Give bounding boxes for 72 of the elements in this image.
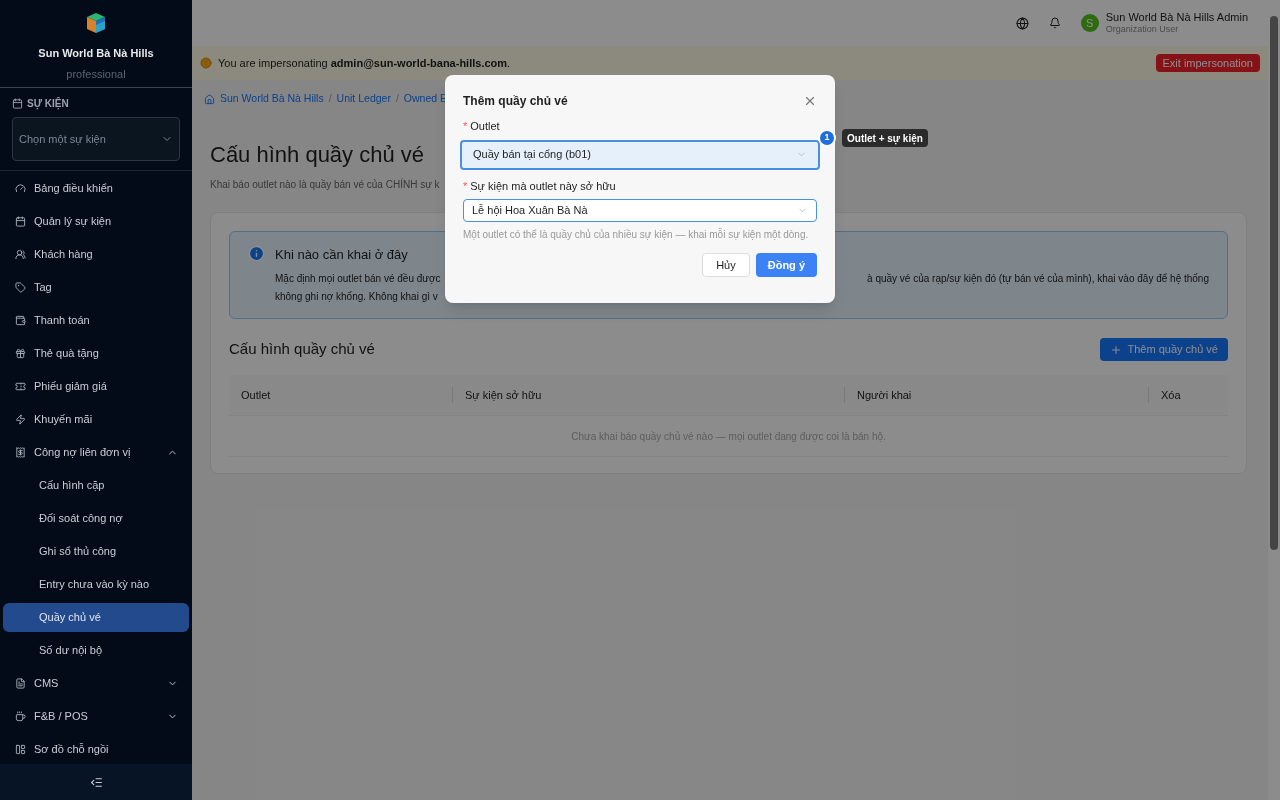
- select-field[interactable]: Quầy bán tại cổng (b01): [460, 139, 820, 170]
- nav-item[interactable]: CMS: [0, 667, 192, 700]
- tag-icon: [15, 282, 26, 293]
- nav-subitem[interactable]: Quầy chủ vé: [3, 603, 189, 632]
- brand-name: Sun World Bà Nà Hills: [38, 46, 154, 61]
- required-mark: *: [463, 178, 468, 194]
- nav-item[interactable]: Thẻ quà tặng: [0, 337, 192, 370]
- wallet-icon: [15, 315, 26, 326]
- info-icon: [248, 245, 265, 262]
- users-icon: [15, 249, 26, 260]
- field-label: Sự kiện mà outlet này sở hữu: [470, 178, 616, 194]
- breadcrumb-separator: /: [395, 91, 399, 107]
- gauge-icon: [15, 183, 26, 194]
- warning-icon: [200, 57, 212, 69]
- receipt-icon: [15, 447, 26, 458]
- nav-subitem[interactable]: Số dư nội bộ: [3, 636, 189, 665]
- column-header: Sự kiện sở hữu: [452, 386, 844, 404]
- nav-item[interactable]: F&B / POS: [0, 700, 192, 733]
- globe-icon[interactable]: [1015, 16, 1029, 30]
- impersonation-message: You are impersonating admin@sun-world-bana-hills.com.: [218, 55, 511, 71]
- section-label: SỰ KIỆN: [27, 96, 69, 111]
- user-role: Organization User: [1105, 23, 1180, 35]
- nav-item[interactable]: Công nợ liên đơn vị: [0, 436, 192, 469]
- alert-text: à quầy vé của rạp/sự kiện đó (tự bán vé của mình), khai vào đây để hệ thống: [867, 271, 1209, 286]
- select-field[interactable]: Lễ hội Hoa Xuân Bà Nà: [463, 199, 817, 222]
- nav-item[interactable]: Phiếu giảm giá: [0, 370, 192, 403]
- plan-label: professional: [66, 66, 126, 82]
- dialog-title: Thêm quầy chủ vé: [463, 93, 568, 110]
- nav-item[interactable]: Tag: [0, 271, 192, 304]
- plus-icon: [1109, 343, 1122, 356]
- nav-item[interactable]: Sơ đồ chỗ ngồi: [0, 733, 192, 764]
- layout-icon: [15, 744, 26, 755]
- cup-icon: [15, 711, 26, 722]
- nav-subitem[interactable]: Đối soát công nợ: [3, 504, 189, 533]
- gift-icon: [15, 348, 26, 359]
- annotation-tooltip: Outlet + sự kiện: [842, 129, 928, 147]
- column-header: Outlet: [240, 387, 272, 403]
- column-header: Xóa: [1148, 386, 1228, 404]
- close-icon[interactable]: [803, 94, 817, 108]
- breadcrumb-separator: /: [328, 91, 332, 107]
- alert-text: Mặc định mọi outlet bán vé đều được: [275, 271, 441, 286]
- alert-text: không ghi nợ khống. Không khai gì v: [275, 289, 439, 304]
- ok-button[interactable]: Đồng ý: [755, 253, 817, 277]
- nav-subitem[interactable]: Entry chưa vào kỳ nào: [3, 570, 189, 599]
- nav-item[interactable]: Thanh toán: [0, 304, 192, 337]
- collapse-icon[interactable]: [89, 775, 103, 789]
- nav-item[interactable]: Khách hàng: [0, 238, 192, 271]
- ticket-icon: [15, 381, 26, 392]
- nav-item[interactable]: Bảng điều khiển: [0, 172, 192, 205]
- lightning-icon: [15, 414, 26, 425]
- section-title: Cấu hình quầy chủ vé: [229, 339, 375, 360]
- nav-subitem[interactable]: Ghi sổ thủ công: [3, 537, 189, 566]
- required-mark: *: [463, 119, 468, 134]
- document-icon: [15, 678, 26, 689]
- calendar-icon: [15, 216, 26, 227]
- user-name: Sun World Bà Nà Hills Admin: [1105, 11, 1248, 23]
- calendar-icon: [12, 98, 23, 109]
- column-header: Người khai: [844, 386, 1148, 404]
- help-text: Một outlet có thể là quầy chủ của nhiều sự kiện — khai mỗi sự kiện một dòng.: [463, 227, 810, 242]
- logo-icon: [84, 11, 108, 35]
- field-label: Outlet: [470, 119, 500, 134]
- page-title: Cấu hình quầy chủ vé: [210, 141, 425, 169]
- event-select[interactable]: Chọn một sự kiện: [12, 117, 180, 161]
- cancel-button[interactable]: Hủy: [702, 253, 750, 277]
- page-subtitle: Khai báo outlet nào là quầy bán vé của CHÍNH sự k: [210, 177, 440, 192]
- nav-item[interactable]: Quản lý sự kiện: [0, 205, 192, 238]
- nav-subitem[interactable]: Cấu hình cặp: [3, 471, 189, 500]
- scrollbar[interactable]: [1268, 0, 1280, 800]
- alert-title: Khi nào cần khai ở đây: [275, 246, 409, 264]
- bell-icon[interactable]: [1048, 17, 1061, 29]
- home-icon[interactable]: [204, 93, 215, 105]
- nav-item[interactable]: Khuyến mãi: [0, 403, 192, 436]
